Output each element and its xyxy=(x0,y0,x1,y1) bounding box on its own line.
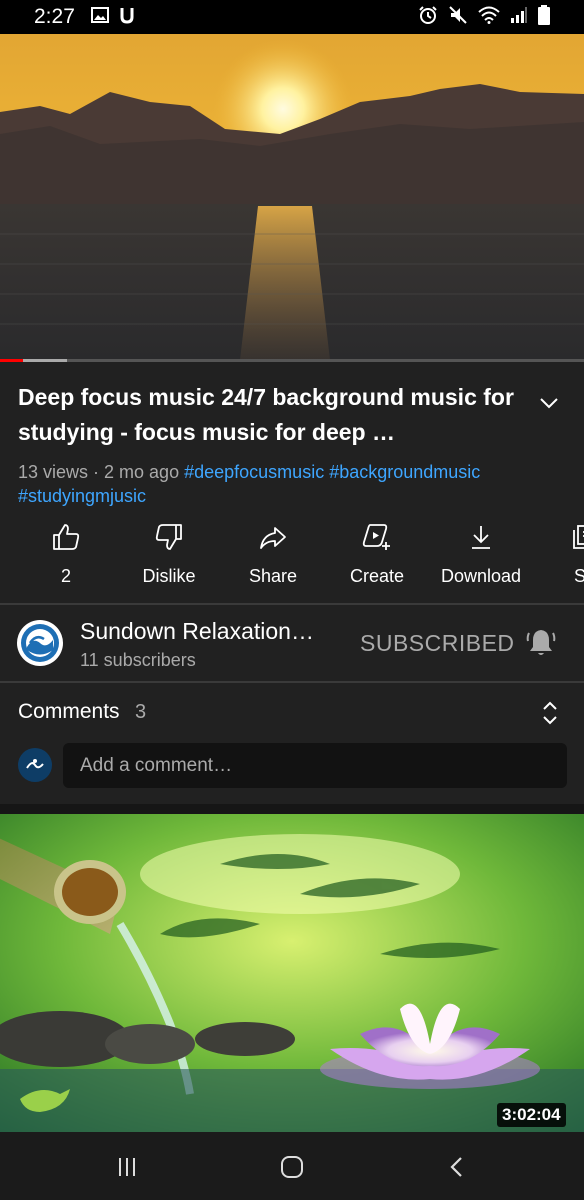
back-icon xyxy=(450,1157,462,1177)
add-comment-input[interactable]: Add a comment… xyxy=(63,743,567,788)
channel-name[interactable]: Sundown Relaxation… xyxy=(80,618,330,645)
section-separator xyxy=(0,804,584,814)
signal-icon xyxy=(510,6,528,29)
save-button[interactable]: Sa xyxy=(530,520,584,587)
unfold-icon xyxy=(543,701,557,725)
home-icon xyxy=(281,1156,303,1178)
thumbs-down-icon xyxy=(152,520,186,554)
alarm-icon xyxy=(418,5,438,30)
save-icon xyxy=(568,520,584,554)
meta-separator: · xyxy=(88,462,105,482)
progress-played xyxy=(0,359,24,362)
recents-button[interactable] xyxy=(110,1150,144,1184)
like-count: 2 xyxy=(60,566,71,586)
comments-expand-button[interactable] xyxy=(538,700,562,726)
notification-bell-button[interactable] xyxy=(524,626,558,660)
next-video-thumbnail[interactable] xyxy=(0,814,584,1132)
hashtag-link[interactable]: #backgroundmusic xyxy=(329,462,480,482)
progress-bar[interactable] xyxy=(0,359,584,362)
create-label: Create xyxy=(349,566,405,586)
channel-avatar[interactable] xyxy=(17,620,63,666)
download-icon xyxy=(464,520,498,554)
expand-description-button[interactable] xyxy=(534,388,564,418)
upload-age: 2 mo ago xyxy=(104,462,180,482)
bell-icon xyxy=(526,630,556,655)
video-duration: 3:02:04 xyxy=(497,1103,566,1127)
create-icon xyxy=(360,520,394,554)
chevron-down-icon xyxy=(540,398,558,409)
subscribe-button[interactable]: SUBSCRIBED xyxy=(360,630,515,657)
download-button[interactable]: Download xyxy=(426,520,536,587)
status-bar: 2:27 xyxy=(0,0,584,34)
view-count: 13 views xyxy=(18,462,89,482)
dislike-button[interactable]: Dislike xyxy=(114,520,224,587)
thumbnail-bamboo-lotus xyxy=(0,814,584,1132)
video-player[interactable] xyxy=(0,34,584,360)
navigation-bar xyxy=(0,1132,584,1200)
recents-icon xyxy=(119,1158,135,1176)
status-time: 2:27 xyxy=(34,5,75,28)
comments-heading[interactable]: Comments xyxy=(18,700,120,724)
create-button[interactable]: Create xyxy=(322,520,432,587)
share-label: Share xyxy=(248,566,298,586)
subscriber-count: 11 subscribers xyxy=(80,650,196,670)
user-avatar xyxy=(18,748,52,782)
share-icon xyxy=(256,520,290,554)
u-icon xyxy=(119,6,135,29)
hashtag-link[interactable]: #studyingmjusic xyxy=(18,486,146,506)
video-title[interactable]: Deep focus music 24/7 background music f… xyxy=(18,380,518,450)
divider xyxy=(0,603,584,605)
video-title-area[interactable]: Deep focus music 24/7 background music f… xyxy=(18,380,518,450)
back-button[interactable] xyxy=(440,1150,474,1184)
wifi-icon xyxy=(478,6,500,29)
share-button[interactable]: Share xyxy=(218,520,328,587)
divider xyxy=(0,681,584,683)
battery-icon xyxy=(538,4,550,30)
home-button[interactable] xyxy=(275,1150,309,1184)
hashtag-link[interactable]: #deepfocusmusic xyxy=(184,462,324,482)
thumbs-up-icon xyxy=(49,520,83,554)
save-label: Sa xyxy=(573,566,584,586)
user-avatar-icon xyxy=(26,759,44,769)
action-row: 2 Dislike Share Create Download Sa xyxy=(0,520,584,592)
comments-count: 3 xyxy=(135,701,147,723)
download-label: Download xyxy=(440,566,522,586)
mute-icon xyxy=(448,5,468,30)
image-icon xyxy=(90,6,109,28)
video-meta: 13 views · 2 mo ago #deepfocusmusic #bac… xyxy=(18,460,568,508)
video-frame-sunset xyxy=(0,34,584,360)
channel-logo-icon xyxy=(21,624,59,662)
like-button[interactable]: 2 xyxy=(11,520,121,587)
dislike-label: Dislike xyxy=(142,566,196,586)
